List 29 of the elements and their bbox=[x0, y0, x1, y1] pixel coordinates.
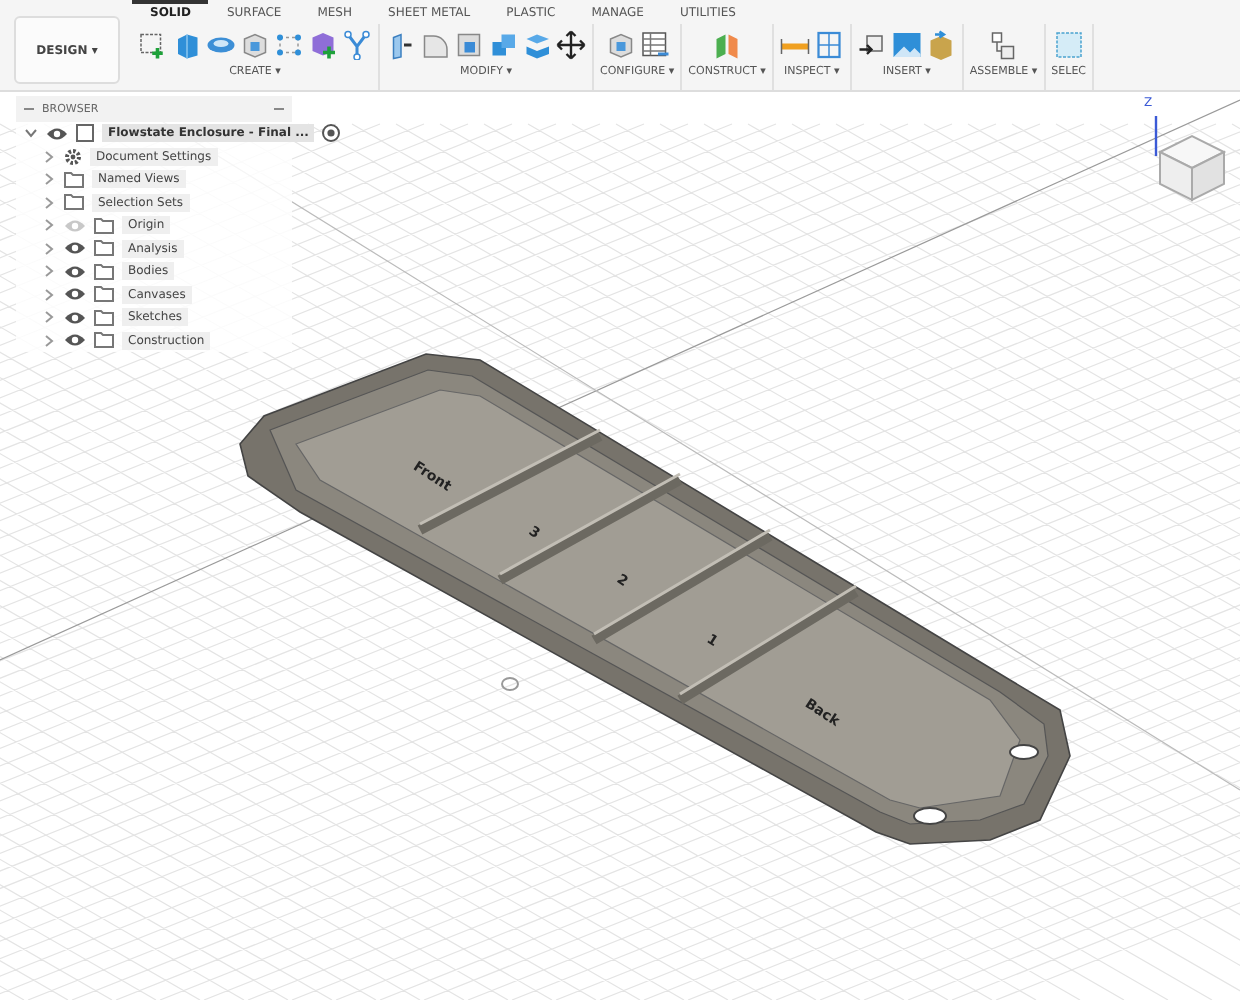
plane-tool-icon[interactable] bbox=[712, 30, 743, 60]
block-tool-icon[interactable] bbox=[172, 30, 202, 60]
eye-icon[interactable] bbox=[64, 286, 86, 303]
move-tool-icon[interactable] bbox=[556, 30, 586, 60]
cube-tool-icon[interactable] bbox=[605, 30, 636, 60]
select-tool-icon[interactable] bbox=[1053, 30, 1084, 60]
shell-tool-icon[interactable] bbox=[454, 30, 484, 60]
eye-icon[interactable] bbox=[64, 309, 86, 326]
origin-icon bbox=[501, 677, 519, 691]
document-icon bbox=[76, 124, 94, 143]
eye-icon[interactable] bbox=[64, 332, 86, 349]
sketch-tool-icon[interactable] bbox=[138, 30, 168, 60]
section-tool-icon[interactable] bbox=[813, 30, 844, 60]
form-tool-icon[interactable] bbox=[308, 30, 338, 60]
joint-tool-icon[interactable] bbox=[988, 30, 1019, 60]
insert-tool-icon[interactable] bbox=[857, 30, 888, 60]
branch-tool-icon[interactable] bbox=[342, 30, 372, 60]
gear-icon bbox=[64, 147, 82, 166]
eye-icon[interactable] bbox=[64, 240, 86, 257]
table-tool-icon[interactable] bbox=[639, 30, 670, 60]
fillet-tool-icon[interactable] bbox=[420, 30, 450, 60]
eye-icon[interactable] bbox=[46, 125, 68, 142]
combine-tool-icon[interactable] bbox=[488, 30, 518, 60]
dots-tool-icon[interactable] bbox=[274, 30, 304, 60]
minimize-icon bbox=[274, 108, 284, 110]
crate-tool-icon[interactable] bbox=[925, 30, 956, 60]
eye-icon[interactable] bbox=[64, 263, 86, 280]
cube-tool-icon[interactable] bbox=[240, 30, 270, 60]
activate-radio-icon[interactable] bbox=[322, 124, 341, 143]
